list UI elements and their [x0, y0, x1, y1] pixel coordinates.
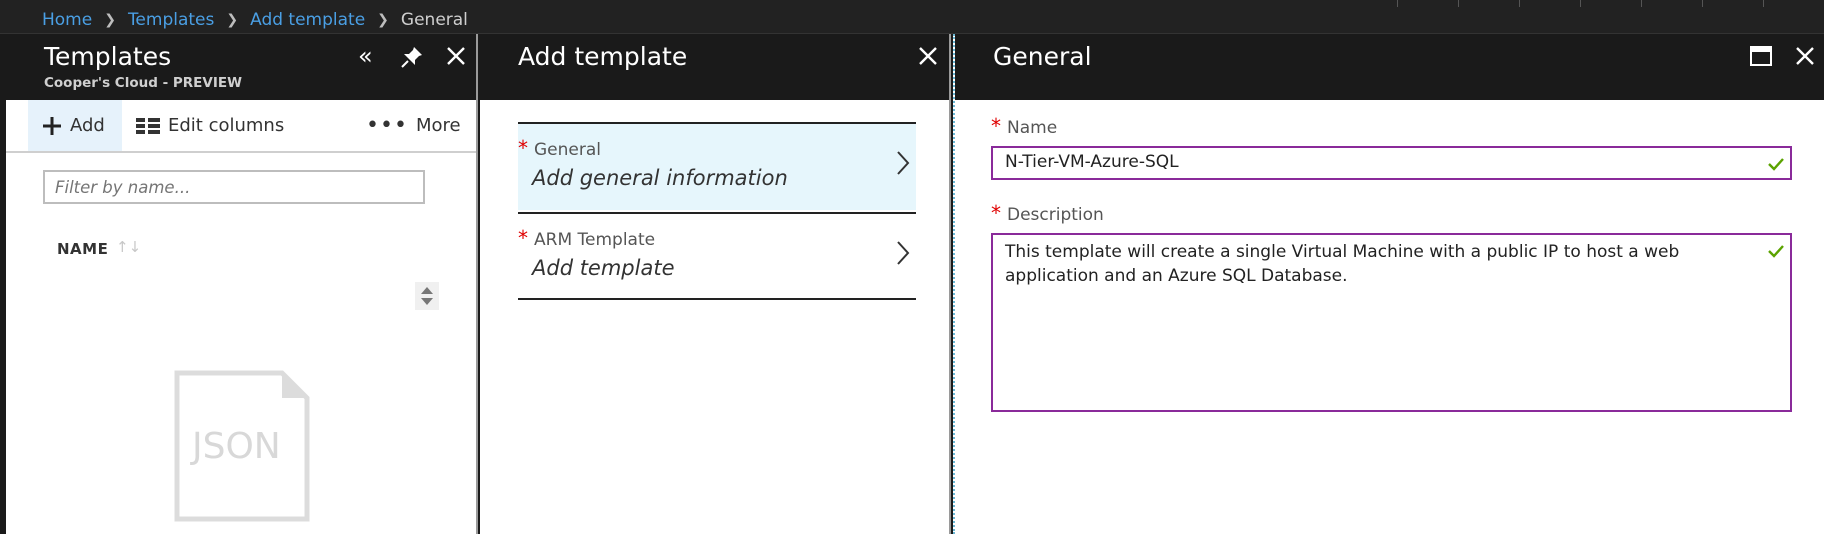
chevron-right-icon: ❯	[377, 12, 389, 28]
blade-header: General	[955, 34, 1824, 100]
json-file-icon: JSON	[174, 370, 310, 526]
pin-icon[interactable]	[400, 45, 424, 69]
topbar-button-strip	[1397, 0, 1824, 7]
required-marker: *	[991, 201, 1001, 225]
required-marker: *	[518, 136, 528, 160]
chevron-right-icon	[897, 241, 910, 265]
topbar-button[interactable]	[1519, 0, 1580, 7]
required-marker: *	[518, 226, 528, 250]
breadcrumb: Home ❯ Templates ❯ Add template ❯ Genera…	[42, 10, 468, 30]
required-marker: *	[991, 114, 1001, 138]
topbar-button[interactable]	[1458, 0, 1519, 7]
item-label: General	[534, 140, 601, 160]
sort-icon[interactable]: ↑↓	[116, 238, 141, 256]
close-icon[interactable]	[1795, 46, 1815, 66]
top-bar: Home ❯ Templates ❯ Add template ❯ Genera…	[0, 0, 1824, 34]
topbar-button[interactable]	[1641, 0, 1702, 7]
arrow-up-icon[interactable]	[421, 287, 433, 294]
arm-template-step-item[interactable]: * ARM Template Add template	[518, 212, 916, 300]
more-button[interactable]: ••• More	[366, 100, 461, 151]
checkmark-icon	[1768, 245, 1784, 258]
blade-title: Add template	[518, 42, 688, 71]
topbar-button[interactable]	[1397, 0, 1458, 7]
add-label: Add	[70, 115, 105, 136]
blade-header: Templates Cooper's Cloud - PREVIEW «	[6, 34, 476, 100]
templates-blade: Templates Cooper's Cloud - PREVIEW « Add…	[6, 34, 478, 534]
general-blade: General * Name N-Tier-VM-Azure-SQL * Des…	[953, 34, 1824, 534]
name-label: Name	[1007, 118, 1058, 138]
description-label: Description	[1007, 205, 1104, 225]
topbar-button[interactable]	[1580, 0, 1641, 7]
item-value: Add template	[532, 256, 675, 280]
breadcrumb-add-template[interactable]: Add template	[250, 10, 365, 30]
description-value: This template will create a single Virtu…	[1005, 242, 1680, 286]
close-icon[interactable]	[446, 46, 466, 66]
close-icon[interactable]	[918, 46, 938, 66]
ellipsis-icon: •••	[366, 113, 408, 138]
blade-title: General	[993, 42, 1092, 71]
json-label: JSON	[192, 426, 281, 467]
columns-icon	[136, 117, 160, 134]
chevron-right-icon: ❯	[226, 12, 239, 28]
arrow-down-icon[interactable]	[421, 298, 433, 305]
item-value: Add general information	[532, 166, 788, 190]
breadcrumb-templates[interactable]: Templates	[128, 10, 214, 30]
chevron-right-icon: ❯	[104, 12, 116, 28]
collapse-icon[interactable]: «	[358, 42, 373, 70]
name-field[interactable]: N-Tier-VM-Azure-SQL	[991, 146, 1792, 180]
more-label: More	[415, 115, 461, 136]
breadcrumb-current: General	[400, 10, 468, 30]
chevron-right-icon	[897, 151, 910, 175]
topbar-button[interactable]	[1763, 0, 1824, 7]
breadcrumb-home[interactable]: Home	[42, 10, 92, 30]
general-step-item[interactable]: * General Add general information	[518, 122, 916, 210]
edit-columns-button[interactable]: Edit columns	[136, 100, 284, 151]
checkmark-icon	[1768, 158, 1784, 171]
item-label: ARM Template	[534, 230, 656, 250]
scroll-spinner[interactable]	[415, 282, 439, 310]
blade-header: Add template	[480, 34, 949, 100]
maximize-icon[interactable]	[1750, 46, 1772, 66]
add-button[interactable]: Add	[28, 100, 122, 151]
add-template-blade: Add template * General Add general infor…	[480, 34, 951, 534]
blade-subtitle: Cooper's Cloud - PREVIEW	[44, 75, 242, 91]
plus-icon	[43, 116, 61, 135]
command-bar: Add Edit columns ••• More	[6, 100, 476, 153]
topbar-button[interactable]	[1702, 0, 1763, 7]
name-value: N-Tier-VM-Azure-SQL	[1005, 152, 1179, 172]
edit-columns-label: Edit columns	[168, 115, 285, 136]
blade-title: Templates	[44, 42, 172, 71]
description-field[interactable]: This template will create a single Virtu…	[991, 233, 1792, 412]
column-header-name[interactable]: NAME	[57, 240, 108, 258]
filter-input[interactable]	[43, 170, 425, 204]
